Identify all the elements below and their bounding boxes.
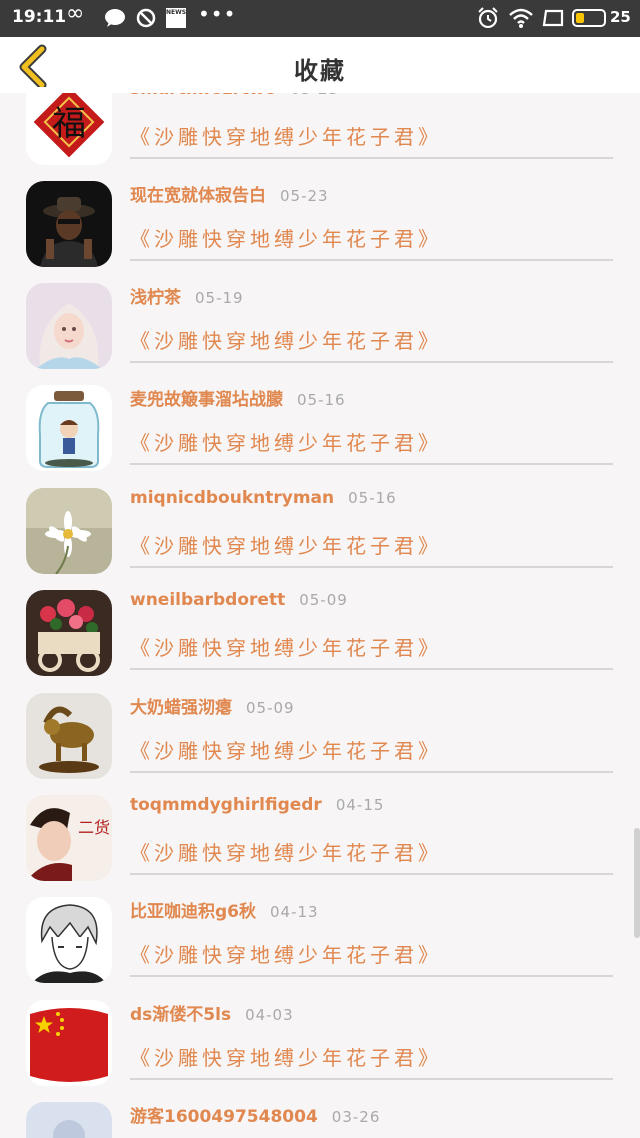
list-item[interactable]: 比亚咖迪积g6秋 04-13 《沙雕快穿地缚少年花子君》 — [0, 885, 640, 987]
bottle-avatar[interactable] — [26, 385, 112, 471]
divider — [130, 668, 613, 670]
date: 05-23 — [290, 93, 339, 98]
list-item[interactable]: 麦兜故簸事溜坫战朦 05-16 《沙雕快穿地缚少年花子君》 — [0, 373, 640, 475]
list-item[interactable]: 浅柠茶 05-19 《沙雕快穿地缚少年花子君》 — [0, 271, 640, 373]
scrollbar[interactable] — [634, 828, 640, 938]
nickname: 现在宽就体寂告白 05-23 — [130, 186, 329, 206]
favorites-list[interactable]: 福 smartmfozrtwo05-23 《沙雕快穿地缚少年花子君》 现在宽就体… — [0, 93, 640, 1138]
default-avatar[interactable] — [26, 1102, 112, 1138]
nickname: miqnicdbouknt​ryman 05-16 — [130, 488, 397, 508]
book-title[interactable]: 《沙雕快穿地缚少年花子君》 — [130, 1042, 442, 1071]
screen-icon — [542, 9, 564, 27]
fu-character-avatar[interactable]: 福 — [26, 93, 112, 165]
date: 04-03 — [245, 1006, 294, 1024]
flower-cart-avatar[interactable] — [26, 590, 112, 676]
divider — [130, 975, 613, 977]
book-title[interactable]: 《沙雕快穿地缚少年花子君》 — [130, 121, 442, 150]
list-item[interactable]: miqnicdbouknt​ryman 05-16 《沙雕快穿地缚少年花子君》 — [0, 476, 640, 578]
list-item[interactable]: 大奶蜡强沏瘪 05-09 《沙雕快穿地缚少年花子君》 — [0, 681, 640, 783]
list-item[interactable]: 二货 toqmmdyghirlfigedr 04-15 《沙雕快穿地缚少年花子君》 — [0, 783, 640, 885]
nickname: toqmmdyghirlfigedr 04-15 — [130, 795, 385, 815]
date: 04-15 — [335, 796, 385, 814]
anime-boy-avatar[interactable] — [26, 897, 112, 983]
divider — [130, 361, 613, 363]
divider — [130, 259, 613, 261]
nickname: 浅柠茶 05-19 — [130, 288, 244, 308]
battery-icon — [572, 9, 606, 27]
header-bar: 收藏 — [0, 37, 640, 93]
divider — [130, 157, 613, 159]
date: 05-16 — [297, 391, 346, 409]
nickname: 游客1600497548004 03-26 — [130, 1107, 381, 1127]
fu-text: 福 — [52, 104, 86, 144]
divider — [130, 463, 613, 465]
china-flag-avatar[interactable] — [26, 1000, 112, 1086]
divider — [130, 566, 613, 568]
nickname: smartmfozrtwo05-23 — [130, 93, 339, 99]
rapper-avatar[interactable] — [26, 181, 112, 267]
battery-level: 25 — [610, 8, 631, 26]
boy-avatar[interactable]: 二货 — [26, 795, 112, 881]
date: 05-19 — [195, 289, 244, 307]
goat-statue-avatar[interactable] — [26, 693, 112, 779]
nickname: ds渐偻不5ls 04-03 — [130, 1005, 294, 1025]
date: 04-13 — [270, 903, 319, 921]
date: 03-26 — [331, 1108, 381, 1126]
date: 05-16 — [348, 489, 397, 507]
chat-bubble-icon — [105, 9, 125, 27]
date: 05-09 — [246, 699, 295, 717]
book-title[interactable]: 《沙雕快穿地缚少年花子君》 — [130, 632, 442, 661]
news-label: NEWS — [166, 9, 187, 16]
nickname: wneilbarbdorett 05-09 — [130, 590, 348, 610]
status-time: 19:11 — [12, 7, 67, 27]
nickname: 大奶蜡强沏瘪 05-09 — [130, 698, 295, 718]
news-icon: NEWS — [166, 8, 186, 28]
nickname: 比亚咖迪积g6秋 04-13 — [130, 902, 319, 922]
list-item[interactable]: 游客1600497548004 03-26 — [0, 1090, 640, 1138]
divider — [130, 1078, 613, 1080]
boy-caption: 二货 — [78, 818, 110, 837]
book-title[interactable]: 《沙雕快穿地缚少年花子君》 — [130, 939, 442, 968]
daisy-avatar[interactable] — [26, 488, 112, 574]
book-title[interactable]: 《沙雕快穿地缚少年花子君》 — [130, 325, 442, 354]
girl-avatar[interactable] — [26, 283, 112, 369]
do-not-disturb-icon — [136, 8, 156, 28]
list-item[interactable]: 福 smartmfozrtwo05-23 《沙雕快穿地缚少年花子君》 — [0, 93, 640, 169]
divider — [130, 873, 613, 875]
list-item[interactable]: wneilbarbdorett 05-09 《沙雕快穿地缚少年花子君》 — [0, 578, 640, 680]
book-title[interactable]: 《沙雕快穿地缚少年花子君》 — [130, 837, 442, 866]
book-title[interactable]: 《沙雕快穿地缚少年花子君》 — [130, 427, 442, 456]
more-dots-icon: ••• — [198, 2, 237, 26]
date: 05-23 — [280, 187, 329, 205]
date: 05-09 — [299, 591, 348, 609]
list-item[interactable]: ds渐偻不5ls 04-03 《沙雕快穿地缚少年花子君》 — [0, 988, 640, 1090]
book-title[interactable]: 《沙雕快穿地缚少年花子君》 — [130, 530, 442, 559]
book-title[interactable]: 《沙雕快穿地缚少年花子君》 — [130, 223, 442, 252]
infinity-icon: ∞ — [66, 1, 85, 26]
nickname: 麦兜故簸事溜坫战朦 05-16 — [130, 390, 346, 410]
page-title: 收藏 — [294, 57, 346, 85]
status-bar: 19:11 ∞ NEWS ••• 25 — [0, 0, 640, 37]
book-title[interactable]: 《沙雕快穿地缚少年花子君》 — [130, 735, 442, 764]
list-item[interactable]: 现在宽就体寂告白 05-23 《沙雕快穿地缚少年花子君》 — [0, 169, 640, 271]
divider — [130, 771, 613, 773]
alarm-icon — [478, 7, 498, 29]
wifi-icon — [509, 8, 533, 28]
